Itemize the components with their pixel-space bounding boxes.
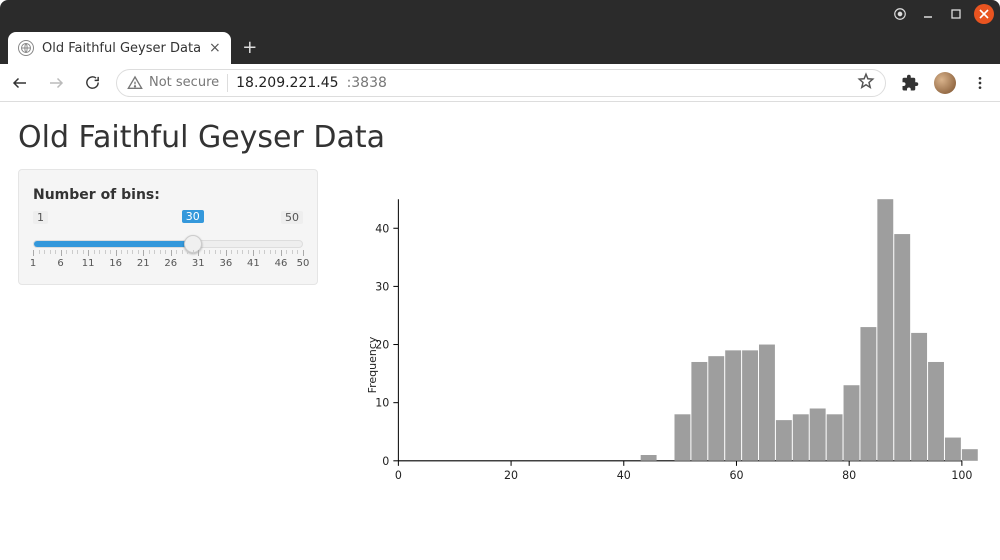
slider-tick-label: 26 (164, 258, 177, 269)
slider-tick-label: 1 (30, 258, 36, 269)
new-tab-button[interactable]: + (239, 36, 261, 58)
window-titlebar (0, 0, 1000, 28)
profile-avatar[interactable] (934, 72, 956, 94)
svg-text:100: 100 (951, 469, 972, 482)
slider-tick-label: 41 (247, 258, 260, 269)
histogram-bar (742, 350, 758, 460)
page-title: Old Faithful Geyser Data (18, 120, 982, 155)
maximize-button[interactable] (946, 4, 966, 24)
slider-min: 1 (33, 211, 48, 224)
slider-tick-label: 16 (109, 258, 122, 269)
menu-icon[interactable] (968, 71, 992, 95)
histogram-bar (877, 199, 893, 461)
slider-label: Number of bins: (33, 187, 160, 203)
slider-tick-label: 6 (57, 258, 63, 269)
histogram-bar (759, 345, 775, 461)
reload-button[interactable] (80, 71, 104, 95)
bins-slider[interactable]: 1 50 30 16111621263136414650 (33, 211, 303, 270)
extensions-icon[interactable] (898, 71, 922, 95)
page-content: Old Faithful Geyser Data Number of bins:… (0, 102, 1000, 560)
slider-tick-label: 31 (192, 258, 205, 269)
histogram-bar (894, 234, 910, 461)
star-icon[interactable] (857, 72, 875, 94)
histogram-bar (945, 438, 961, 461)
svg-text:20: 20 (504, 469, 518, 482)
omnibox-divider (227, 74, 228, 92)
svg-text:40: 40 (375, 222, 389, 235)
svg-text:10: 10 (375, 397, 389, 410)
slider-max: 50 (281, 211, 303, 224)
globe-icon (18, 40, 34, 56)
svg-text:20: 20 (375, 339, 389, 352)
slider-tick-label: 46 (275, 258, 288, 269)
slider-track[interactable] (33, 240, 303, 248)
histogram-bar (962, 449, 978, 461)
svg-text:80: 80 (842, 469, 856, 482)
slider-ticks: 16111621263136414650 (33, 250, 303, 270)
url-host: 18.209.221.45 (236, 75, 338, 91)
histogram-bar (674, 414, 690, 461)
incognito-icon (890, 4, 910, 24)
close-button[interactable] (974, 4, 994, 24)
chart-svg: 0 20 40 60 80 100 0 10 20 30 40 (338, 169, 982, 511)
tab-title: Old Faithful Geyser Data (42, 41, 201, 56)
slider-fill (34, 241, 193, 247)
histogram-bar (911, 333, 927, 461)
histogram-bar (691, 362, 707, 461)
slider-tick-label: 50 (297, 258, 310, 269)
browser-tabstrip: Old Faithful Geyser Data × + (0, 28, 1000, 64)
histogram-bar (793, 414, 809, 461)
sidebar-panel: Number of bins: 1 50 30 1611162126313641… (18, 169, 318, 285)
tab-close-icon[interactable]: × (209, 40, 221, 56)
histogram-bar (827, 414, 843, 461)
histogram-bar (860, 327, 876, 461)
histogram-bar (776, 420, 792, 461)
svg-text:30: 30 (375, 280, 389, 293)
svg-text:0: 0 (382, 455, 389, 468)
slider-tick-label: 36 (219, 258, 232, 269)
slider-value: 30 (182, 210, 204, 223)
browser-tab-active[interactable]: Old Faithful Geyser Data × (8, 32, 231, 64)
not-secure-indicator[interactable]: Not secure (127, 75, 219, 91)
address-bar[interactable]: Not secure 18.209.221.45 :3838 (116, 69, 886, 97)
slider-tick-label: 21 (137, 258, 150, 269)
svg-text:0: 0 (395, 469, 402, 482)
svg-text:60: 60 (729, 469, 743, 482)
histogram-bar (708, 356, 724, 461)
secure-label: Not secure (149, 75, 219, 90)
histogram-bar (725, 350, 741, 460)
histogram-bar (928, 362, 944, 461)
forward-button[interactable] (44, 71, 68, 95)
slider-tick-label: 11 (82, 258, 95, 269)
url-port: :3838 (347, 75, 387, 91)
minimize-button[interactable] (918, 4, 938, 24)
histogram-bar (641, 455, 657, 461)
histogram-chart: Frequency 020406080100010203040 (338, 169, 982, 560)
warning-icon (127, 75, 143, 91)
browser-toolbar: Not secure 18.209.221.45 :3838 (0, 64, 1000, 102)
histogram-bar (810, 408, 826, 460)
back-button[interactable] (8, 71, 32, 95)
histogram-bar (844, 385, 860, 461)
svg-text:40: 40 (617, 469, 631, 482)
